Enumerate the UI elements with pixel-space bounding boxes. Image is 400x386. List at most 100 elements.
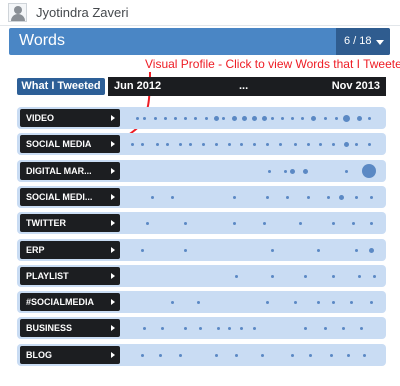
tweet-dot[interactable]: [240, 327, 243, 330]
tweet-dot[interactable]: [136, 117, 139, 120]
tweet-dot[interactable]: [317, 249, 320, 252]
tweet-dot[interactable]: [360, 327, 363, 330]
tweet-dot[interactable]: [342, 327, 345, 330]
tweet-dot[interactable]: [252, 116, 257, 121]
tweet-dot[interactable]: [317, 301, 320, 304]
page-selector[interactable]: 6 / 18: [336, 28, 390, 55]
tweet-dot[interactable]: [141, 354, 144, 357]
tweet-dot[interactable]: [266, 143, 269, 146]
tweet-dot[interactable]: [233, 222, 236, 225]
tab-what-i-tweeted[interactable]: What I Tweeted: [17, 78, 105, 95]
tweet-dot[interactable]: [232, 116, 237, 121]
tweet-dot[interactable]: [286, 196, 289, 199]
tweet-dot[interactable]: [189, 143, 192, 146]
tweet-dot[interactable]: [262, 116, 267, 121]
tweet-dot[interactable]: [159, 354, 162, 357]
tweet-dot[interactable]: [319, 143, 322, 146]
tweet-dot[interactable]: [179, 143, 182, 146]
tweet-dot[interactable]: [253, 327, 256, 330]
tweet-dot[interactable]: [363, 354, 366, 357]
tweet-dot[interactable]: [370, 301, 373, 304]
tweet-dot[interactable]: [352, 222, 355, 225]
tweet-dot[interactable]: [294, 301, 297, 304]
tweet-dot[interactable]: [284, 170, 287, 173]
tweet-dot[interactable]: [355, 249, 358, 252]
tweet-dot[interactable]: [268, 170, 271, 173]
tweet-dot[interactable]: [355, 196, 358, 199]
tweet-dot[interactable]: [281, 117, 284, 120]
tweet-dot[interactable]: [304, 275, 307, 278]
tweet-dot[interactable]: [184, 327, 187, 330]
user-avatar[interactable]: [8, 3, 27, 22]
tweet-dot[interactable]: [205, 117, 208, 120]
tweet-dot[interactable]: [303, 169, 308, 174]
tweet-dot[interactable]: [174, 117, 177, 120]
tweet-dot[interactable]: [339, 195, 344, 200]
tweet-dot[interactable]: [171, 301, 174, 304]
tweet-dot[interactable]: [215, 143, 218, 146]
tweet-dot[interactable]: [266, 196, 269, 199]
tweet-dot[interactable]: [143, 117, 146, 120]
tweet-dot[interactable]: [291, 117, 294, 120]
tweet-dot[interactable]: [179, 354, 182, 357]
tweet-dot[interactable]: [370, 196, 373, 199]
tweet-dot[interactable]: [327, 196, 330, 199]
tweet-dot[interactable]: [362, 164, 376, 178]
tweet-dot[interactable]: [194, 117, 197, 120]
tweet-dot[interactable]: [146, 222, 149, 225]
tweet-dot[interactable]: [357, 116, 362, 121]
tweet-dot[interactable]: [215, 354, 218, 357]
tweet-dot[interactable]: [307, 143, 310, 146]
word-button[interactable]: #SOCIALMEDIA: [20, 293, 120, 311]
tweet-dot[interactable]: [199, 327, 202, 330]
tweet-dot[interactable]: [261, 354, 264, 357]
tweet-dot[interactable]: [242, 116, 247, 121]
tweet-dot[interactable]: [271, 117, 274, 120]
tweet-dot[interactable]: [141, 143, 144, 146]
word-button[interactable]: DIGITAL MAR...: [20, 162, 120, 180]
tweet-dot[interactable]: [184, 249, 187, 252]
tweet-dot[interactable]: [166, 143, 169, 146]
tweet-dot[interactable]: [266, 301, 269, 304]
tweet-dot[interactable]: [335, 117, 338, 120]
tweet-dot[interactable]: [343, 115, 350, 122]
tweet-dot[interactable]: [271, 249, 274, 252]
tweet-dot[interactable]: [222, 117, 225, 120]
tweet-dot[interactable]: [202, 143, 205, 146]
tweet-dot[interactable]: [197, 301, 200, 304]
tweet-dot[interactable]: [347, 354, 350, 357]
tweet-dot[interactable]: [368, 117, 371, 120]
tweet-dot[interactable]: [291, 354, 294, 357]
tweet-dot[interactable]: [164, 117, 167, 120]
tweet-dot[interactable]: [307, 196, 310, 199]
tweet-dot[interactable]: [263, 222, 266, 225]
word-button[interactable]: SOCIAL MEDI...: [20, 188, 120, 206]
word-button[interactable]: TWITTER: [20, 214, 120, 232]
tweet-dot[interactable]: [369, 248, 374, 253]
tweet-dot[interactable]: [131, 143, 134, 146]
word-button[interactable]: ERP: [20, 241, 120, 259]
word-button[interactable]: PLAYLIST: [20, 267, 120, 285]
word-button[interactable]: SOCIAL MEDIA: [20, 135, 120, 153]
tweet-dot[interactable]: [332, 143, 335, 146]
tweet-dot[interactable]: [332, 275, 335, 278]
tweet-dot[interactable]: [304, 327, 307, 330]
tweet-dot[interactable]: [345, 170, 348, 173]
tweet-dot[interactable]: [156, 143, 159, 146]
tweet-dot[interactable]: [235, 354, 238, 357]
tweet-dot[interactable]: [324, 117, 327, 120]
tweet-dot[interactable]: [151, 196, 154, 199]
tweet-dot[interactable]: [330, 354, 333, 357]
tweet-dot[interactable]: [290, 169, 295, 174]
tweet-dot[interactable]: [344, 142, 349, 147]
tweet-dot[interactable]: [235, 275, 238, 278]
word-button[interactable]: VIDEO: [20, 109, 120, 127]
tweet-dot[interactable]: [214, 116, 219, 121]
tweet-dot[interactable]: [184, 117, 187, 120]
tweet-dot[interactable]: [233, 196, 236, 199]
tweet-dot[interactable]: [368, 143, 371, 146]
tweet-dot[interactable]: [171, 196, 174, 199]
tweet-dot[interactable]: [301, 117, 304, 120]
tweet-dot[interactable]: [373, 275, 376, 278]
tweet-dot[interactable]: [370, 222, 373, 225]
